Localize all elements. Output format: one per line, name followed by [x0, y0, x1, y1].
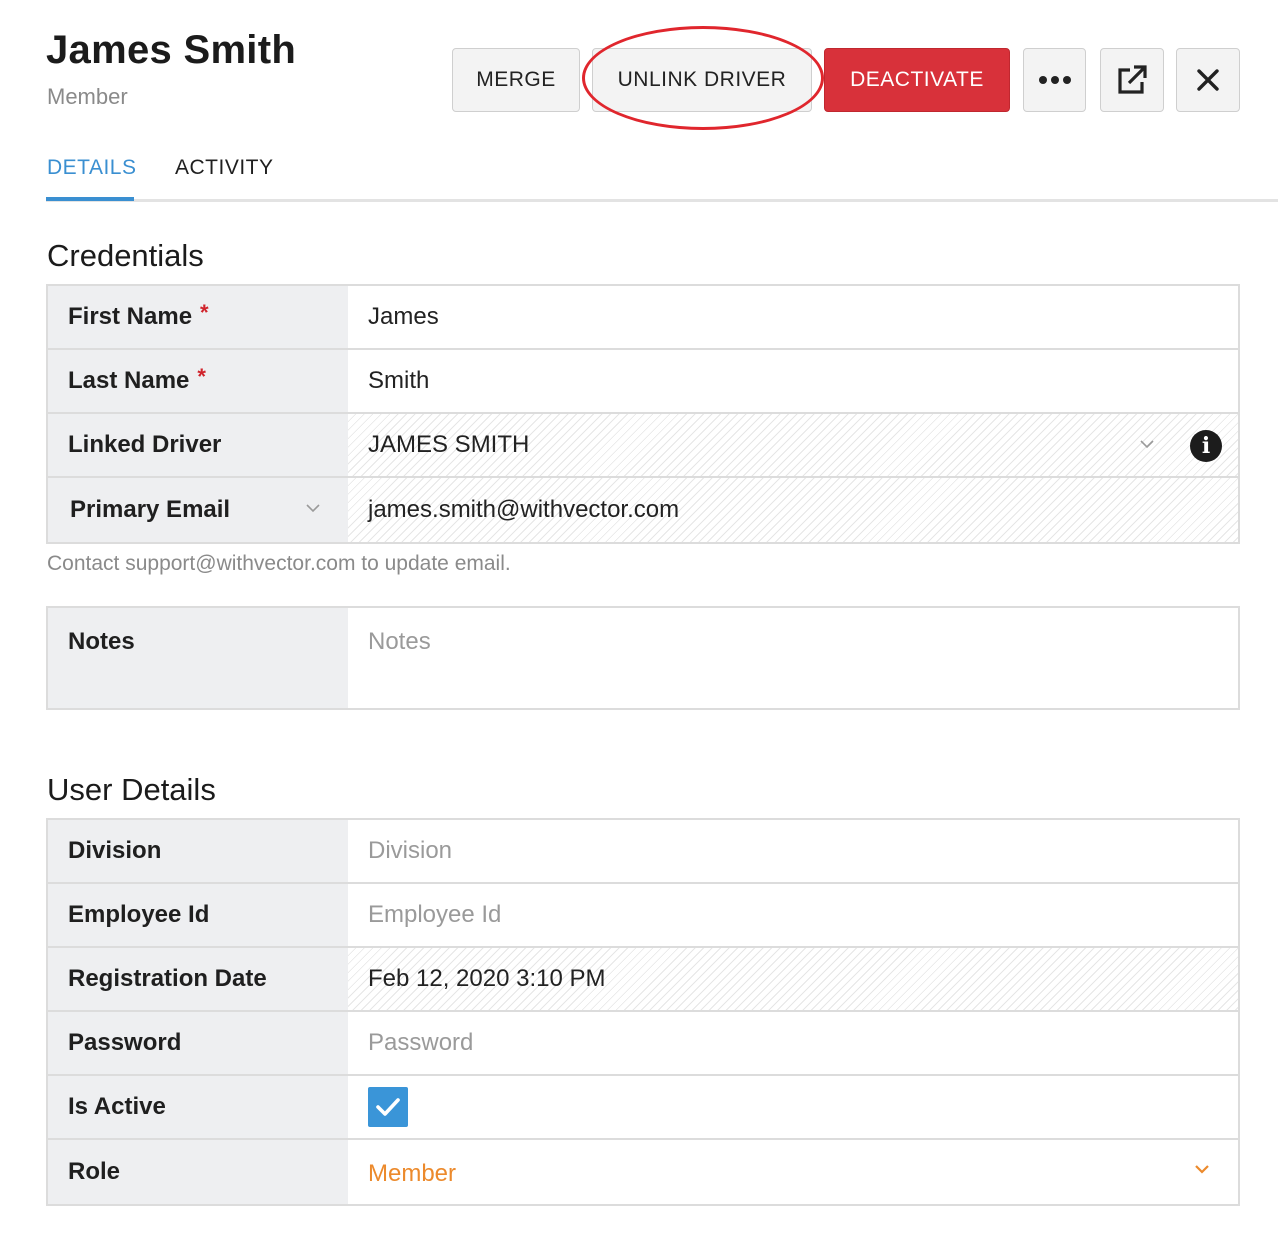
employee-id-row: Employee Id Employee Id: [48, 884, 1238, 948]
email-hint: Contact support@withvector.com to update…: [47, 552, 511, 575]
is-active-label: Is Active: [48, 1076, 348, 1138]
is-active-cell: [348, 1076, 1238, 1138]
division-row: Division Division: [48, 820, 1238, 884]
registration-date-row: Registration Date Feb 12, 2020 3:10 PM: [48, 948, 1238, 1012]
division-input[interactable]: Division: [348, 820, 1238, 882]
info-icon[interactable]: i: [1190, 430, 1222, 462]
first-name-label: First Name *: [48, 286, 348, 348]
role-row: Role Member: [48, 1140, 1238, 1204]
page-subtitle: Member: [47, 84, 128, 109]
linked-driver-row: Linked Driver JAMES SMITH i: [48, 414, 1238, 478]
close-icon: [1197, 69, 1219, 91]
employee-id-input[interactable]: Employee Id: [348, 884, 1238, 946]
password-row: Password Password: [48, 1012, 1238, 1076]
last-name-label: Last Name *: [48, 350, 348, 412]
user-details-heading: User Details: [47, 772, 216, 807]
notes-textarea[interactable]: Notes: [348, 608, 1238, 708]
chevron-down-icon: [306, 504, 320, 513]
chevron-down-icon: [1195, 1165, 1209, 1174]
employee-id-label: Employee Id: [48, 884, 348, 946]
division-label: Division: [48, 820, 348, 882]
active-tab-indicator: [46, 197, 134, 201]
required-mark: *: [200, 300, 209, 325]
role-select[interactable]: Member: [348, 1140, 1238, 1204]
password-input[interactable]: Password: [348, 1012, 1238, 1074]
primary-email-label[interactable]: Primary Email: [48, 478, 348, 542]
unlink-driver-button[interactable]: UNLINK DRIVER: [592, 48, 812, 112]
page-title: James Smith: [46, 28, 297, 72]
required-mark: *: [197, 364, 206, 389]
role-value: Member: [368, 1160, 457, 1187]
registration-date-field: Feb 12, 2020 3:10 PM: [348, 948, 1238, 1010]
chevron-down-icon: [1140, 440, 1154, 449]
primary-email-row: Primary Email james.smith@withvector.com: [48, 478, 1238, 542]
last-name-label-text: Last Name: [68, 367, 190, 394]
checkmark-icon: [376, 1098, 400, 1116]
is-active-row: Is Active: [48, 1076, 1238, 1140]
linked-driver-label: Linked Driver: [48, 414, 348, 476]
first-name-label-text: First Name: [68, 303, 193, 330]
credentials-heading: Credentials: [47, 238, 204, 273]
close-button[interactable]: [1176, 48, 1240, 112]
merge-button[interactable]: MERGE: [452, 48, 580, 112]
notes-row: Notes Notes: [48, 608, 1238, 708]
notes-form: Notes Notes: [46, 606, 1240, 710]
credentials-form: First Name * James Last Name * Smith Lin…: [46, 284, 1240, 544]
more-horizontal-icon: [1038, 76, 1071, 84]
primary-email-field: james.smith@withvector.com: [348, 478, 1238, 542]
user-details-form: Division Division Employee Id Employee I…: [46, 818, 1240, 1206]
linked-driver-value: JAMES SMITH: [368, 431, 530, 458]
tab-bar: DETAILS ACTIVITY: [46, 148, 1278, 202]
last-name-field[interactable]: Smith: [348, 350, 1238, 412]
linked-driver-select[interactable]: JAMES SMITH i: [348, 414, 1238, 476]
role-label: Role: [48, 1140, 348, 1204]
more-options-button[interactable]: [1023, 48, 1086, 112]
first-name-field[interactable]: James: [348, 286, 1238, 348]
open-external-button[interactable]: [1100, 48, 1164, 112]
tab-activity[interactable]: ACTIVITY: [175, 156, 274, 180]
deactivate-button[interactable]: DEACTIVATE: [824, 48, 1010, 112]
tab-details[interactable]: DETAILS: [47, 156, 136, 180]
notes-label: Notes: [48, 608, 348, 708]
primary-email-label-text: Primary Email: [70, 496, 231, 523]
first-name-row: First Name * James: [48, 286, 1238, 350]
last-name-row: Last Name * Smith: [48, 350, 1238, 414]
registration-date-label: Registration Date: [48, 948, 348, 1010]
external-link-icon: [1118, 65, 1147, 94]
is-active-checkbox[interactable]: [368, 1087, 408, 1127]
password-label: Password: [48, 1012, 348, 1074]
